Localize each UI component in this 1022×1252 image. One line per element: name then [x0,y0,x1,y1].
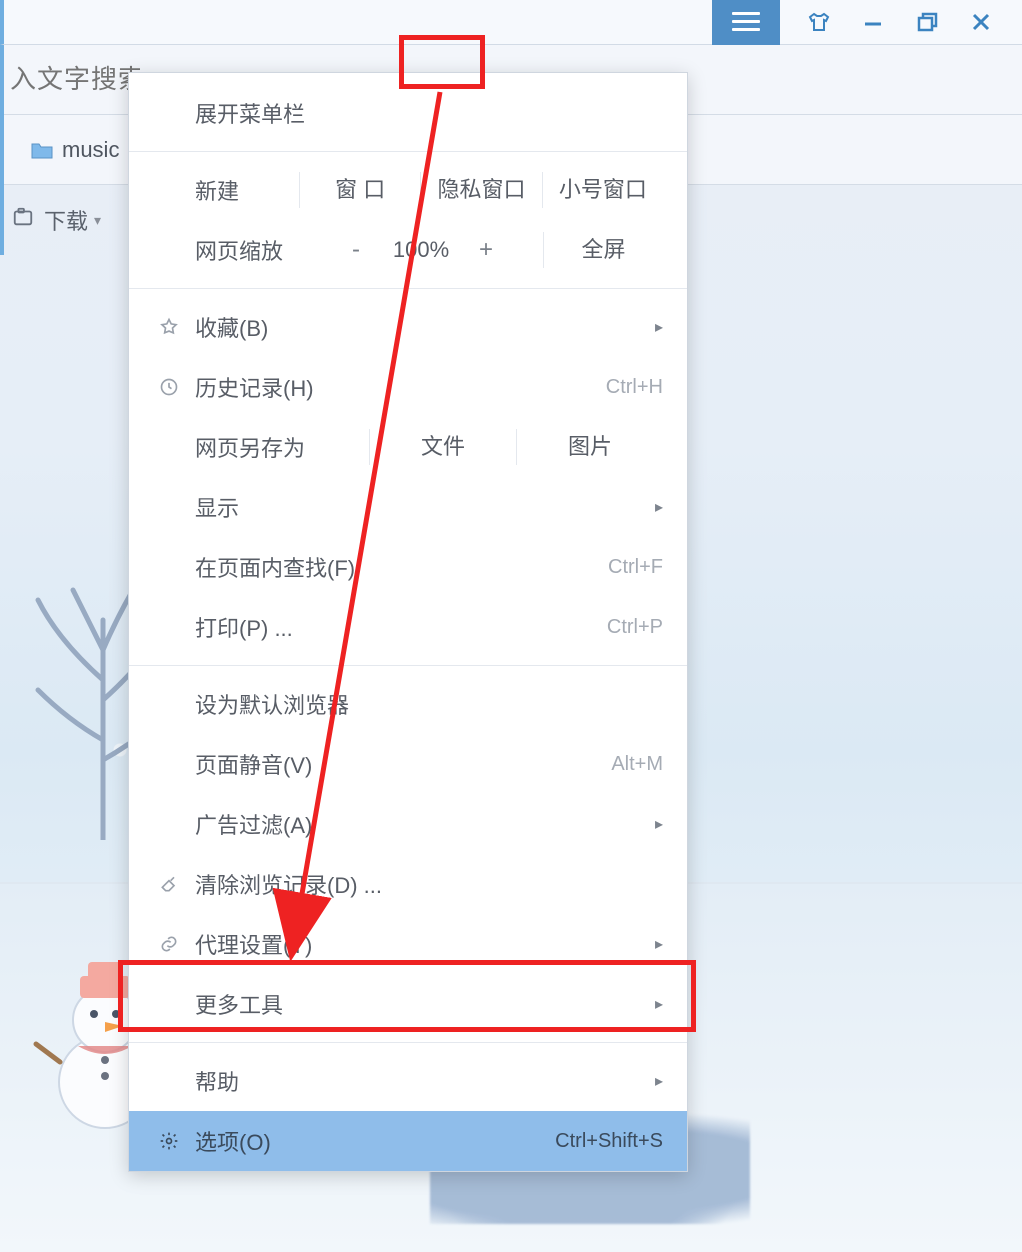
screenshot-icon[interactable] [12,206,34,234]
menu-shortcut: Ctrl+P [543,616,663,639]
menu-label: 历史记录(H) [189,371,543,403]
clock-icon [149,377,189,397]
chevron-right-icon: ▸ [643,934,663,954]
main-menu-dropdown: 展开菜单栏 新建 窗 口 隐私窗口 小号窗口 网页缩放 - 100% + 全屏 … [128,72,688,1172]
star-icon [149,317,189,337]
menu-item-set-default[interactable]: 设为默认浏览器 [129,674,687,734]
menu-item-history[interactable]: 历史记录(H) Ctrl+H [129,357,687,417]
secondary-toolbar: 下载 ▾ [0,185,140,255]
menu-item-print[interactable]: 打印(P) ... Ctrl+P [129,597,687,657]
menu-fullscreen[interactable]: 全屏 [543,232,663,268]
download-label: 下载 [44,204,88,236]
menu-item-adblock[interactable]: 广告过滤(A) ▸ [129,794,687,854]
skin-icon[interactable] [806,9,832,35]
chevron-right-icon: ▸ [643,497,663,517]
main-menu-button[interactable] [712,0,780,45]
menu-label: 更多工具 [189,988,643,1020]
menu-new-head: 新建 [149,174,299,206]
menu-label: 打印(P) ... [189,611,543,643]
chevron-right-icon: ▸ [643,814,663,834]
menu-divider [129,151,687,152]
menu-new-row: 新建 窗 口 隐私窗口 小号窗口 [129,160,687,220]
menu-label: 选项(O) [189,1125,543,1157]
menu-new-alt[interactable]: 小号窗口 [542,172,663,208]
menu-shortcut: Alt+M [543,753,663,776]
menu-label: 设为默认浏览器 [189,688,663,720]
menu-label: 在页面内查找(F) [189,551,543,583]
hamburger-icon [732,12,760,32]
chevron-right-icon: ▸ [643,1071,663,1091]
menu-label: 清除浏览记录(D) ... [189,868,663,900]
maximize-icon[interactable] [914,9,940,35]
menu-item-expand-menubar[interactable]: 展开菜单栏 [129,83,687,143]
menu-saveas-image[interactable]: 图片 [516,429,663,465]
menu-shortcut: Ctrl+Shift+S [543,1130,663,1153]
menu-new-private[interactable]: 隐私窗口 [420,172,541,208]
menu-zoom-row: 网页缩放 - 100% + 全屏 [129,220,687,280]
menu-label: 展开菜单栏 [189,97,663,129]
menu-item-help[interactable]: 帮助 ▸ [129,1051,687,1111]
menu-item-find[interactable]: 在页面内查找(F) Ctrl+F [129,537,687,597]
menu-zoom-head: 网页缩放 [149,234,299,266]
chevron-right-icon: ▸ [643,994,663,1014]
minimize-icon[interactable] [860,9,886,35]
zoom-value: 100% [376,237,466,263]
menu-item-more-tools[interactable]: 更多工具 ▸ [129,974,687,1034]
menu-item-options[interactable]: 选项(O) Ctrl+Shift+S [129,1111,687,1171]
chevron-right-icon: ▸ [643,317,663,337]
bookmark-folder-label: music [62,137,119,163]
folder-icon [30,140,54,160]
link-icon [149,934,189,954]
titlebar [0,0,1022,45]
zoom-out-button[interactable]: - [336,236,376,264]
menu-new-window[interactable]: 窗 口 [299,172,420,208]
menu-label: 收藏(B) [189,311,643,343]
menu-divider [129,665,687,666]
bookmark-folder-music[interactable]: music [30,137,119,163]
menu-shortcut: Ctrl+H [543,376,663,399]
gear-icon [149,1131,189,1151]
menu-divider [129,1042,687,1043]
menu-label: 广告过滤(A) [189,808,643,840]
menu-saveas-file[interactable]: 文件 [369,429,516,465]
menu-item-clear-history[interactable]: 清除浏览记录(D) ... [129,854,687,914]
menu-item-display[interactable]: 显示 ▸ [129,477,687,537]
chevron-down-icon: ▾ [94,212,101,229]
menu-divider [129,288,687,289]
download-button[interactable]: 下载 ▾ [44,204,101,236]
menu-item-favorites[interactable]: 收藏(B) ▸ [129,297,687,357]
close-icon[interactable] [968,9,994,35]
menu-label: 页面静音(V) [189,748,543,780]
menu-saveas-head: 网页另存为 [149,431,369,463]
menu-item-mute[interactable]: 页面静音(V) Alt+M [129,734,687,794]
zoom-in-button[interactable]: + [466,236,506,264]
menu-shortcut: Ctrl+F [543,556,663,579]
search-input[interactable] [10,55,140,105]
menu-saveas-row: 网页另存为 文件 图片 [129,417,687,477]
menu-item-proxy[interactable]: 代理设置(Y) ▸ [129,914,687,974]
menu-label: 代理设置(Y) [189,928,643,960]
menu-label: 显示 [189,491,643,523]
eraser-icon [149,874,189,894]
menu-label: 帮助 [189,1065,643,1097]
